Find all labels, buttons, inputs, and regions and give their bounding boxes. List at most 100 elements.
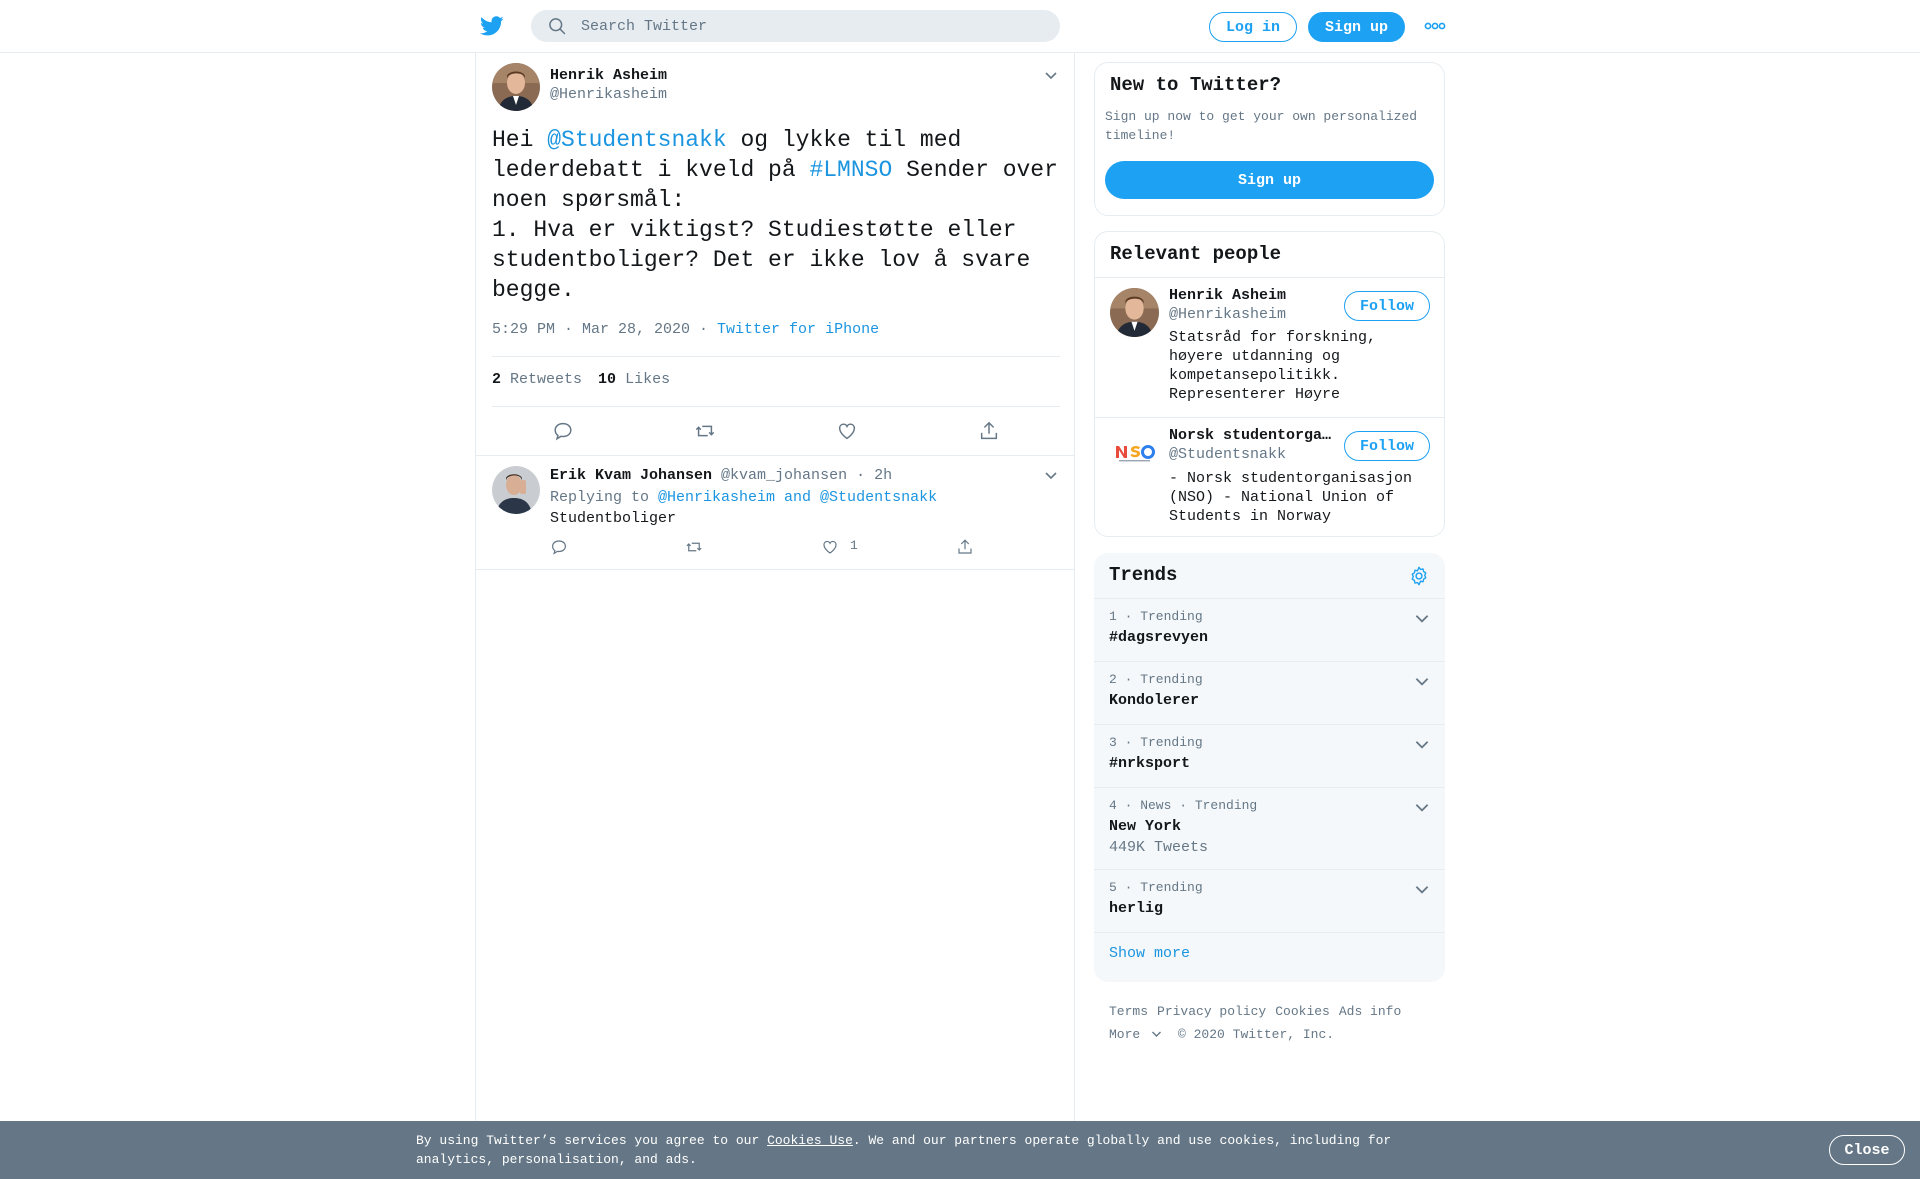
chevron-down-icon[interactable] <box>1413 672 1431 690</box>
sidebar-signup-button[interactable]: Sign up <box>1105 161 1434 199</box>
copyright: © 2020 Twitter, Inc. <box>1178 1027 1335 1042</box>
trend-item[interactable]: 1 · Trending #dagsrevyen <box>1094 598 1445 661</box>
replying-to: Replying to @Henrikasheim and @Studentsn… <box>550 489 937 506</box>
likes-stat[interactable]: 10 Likes <box>598 371 670 388</box>
top-nav: Log in Sign up <box>0 0 1920 53</box>
like-icon[interactable] <box>836 420 858 442</box>
person-bio: Statsråd for forskning, høyere utdanning… <box>1169 329 1377 403</box>
chevron-down-icon[interactable] <box>1043 67 1059 83</box>
trend-item[interactable]: 5 · Trending herlig <box>1094 869 1445 932</box>
tweet-source-link[interactable]: Twitter for iPhone <box>717 321 879 338</box>
retweets-label: Retweets <box>510 371 583 388</box>
retweet-icon[interactable] <box>694 420 716 442</box>
trend-item[interactable]: 4 · News · Trending New York 449K Tweets <box>1094 787 1445 869</box>
retweet-icon[interactable] <box>685 538 703 556</box>
trend-meta: 1 · Trending <box>1109 609 1203 624</box>
reply-time[interactable]: · 2h <box>847 467 892 484</box>
close-button[interactable]: Close <box>1829 1135 1905 1165</box>
reply-like-count: 1 <box>850 538 858 553</box>
trend-item[interactable]: 2 · Trending Kondolerer <box>1094 661 1445 724</box>
cookie-text: By using Twitter’s services you agree to… <box>416 1131 1436 1169</box>
tweet-timestamp: 5:29 PM · Mar 28, 2020 · Twitter for iPh… <box>492 321 879 338</box>
follow-button[interactable]: Follow <box>1344 431 1430 461</box>
divider <box>1095 277 1444 278</box>
trends-card: Trends 1 · Trending #dagsrevyen 2 · Tren… <box>1094 553 1445 982</box>
trend-name: Kondolerer <box>1109 692 1200 709</box>
avatar-henrik-asheim-icon <box>492 63 540 111</box>
new-to-twitter-card: New to Twitter? Sign up now to get your … <box>1094 62 1445 216</box>
trend-meta: 3 · Trending <box>1109 735 1203 750</box>
divider <box>1094 932 1445 933</box>
cookies-use-link[interactable]: Cookies Use <box>767 1133 853 1148</box>
cookie-text-segment: By using Twitter’s services you agree to… <box>416 1133 768 1148</box>
chevron-down-icon[interactable] <box>1413 735 1431 753</box>
chevron-down-icon[interactable] <box>1413 880 1431 898</box>
mention-link[interactable]: @Studentsnakk <box>547 127 726 153</box>
replying-prefix: Replying to <box>550 489 659 506</box>
replying-to-links[interactable]: @Henrikasheim and @Studentsnakk <box>658 489 937 506</box>
trend-name: herlig <box>1109 900 1164 917</box>
relevant-people-card: Relevant people Henrik Asheim @Henrikash… <box>1094 231 1445 537</box>
tweet-author-handle[interactable]: @Henrikasheim <box>550 86 667 103</box>
tweet-author-name[interactable]: Henrik Asheim <box>550 67 667 84</box>
person-name[interactable]: Norsk studentorganisasjon <box>1169 427 1339 444</box>
focused-tweet: Henrik Asheim @Henrikasheim Hei @Student… <box>476 53 1074 456</box>
reply-icon[interactable] <box>552 420 574 442</box>
footer-more-label: More <box>1109 1027 1141 1042</box>
search-bar[interactable] <box>531 10 1060 42</box>
reply-author-name[interactable]: Erik Kvam Johansen <box>550 467 712 484</box>
likes-label: Likes <box>625 371 671 388</box>
search-icon <box>549 18 566 35</box>
divider <box>1095 417 1444 418</box>
share-icon[interactable] <box>978 420 1000 442</box>
avatar[interactable] <box>492 63 540 111</box>
trend-name: New York <box>1109 818 1182 835</box>
sidebar-footer: Terms Privacy policy Cookies Ads info More … <box>1109 1000 1449 1046</box>
chevron-down-icon <box>1152 1031 1162 1037</box>
trend-tweet-count: 449K Tweets <box>1109 839 1209 856</box>
avatar[interactable] <box>1110 428 1159 477</box>
cookie-banner: By using Twitter’s services you agree to… <box>0 1121 1920 1179</box>
footer-more-link[interactable]: More <box>1109 1027 1162 1042</box>
trend-name: #dagsrevyen <box>1109 629 1209 646</box>
twitter-logo-icon[interactable] <box>478 14 506 38</box>
gear-icon[interactable] <box>1408 565 1430 587</box>
trend-item[interactable]: 3 · Trending #nrksport <box>1094 724 1445 787</box>
more-options-icon[interactable] <box>1424 20 1446 32</box>
tweet-time[interactable]: 5:29 PM · Mar 28, 2020 · <box>492 321 717 338</box>
reply-icon[interactable] <box>550 538 568 556</box>
search-input[interactable] <box>581 17 1021 35</box>
likes-count: 10 <box>598 371 617 388</box>
footer-link-ads-info[interactable]: Ads info <box>1339 1004 1401 1019</box>
share-icon[interactable] <box>956 538 974 556</box>
reply-author-handle[interactable]: @kvam_johansen <box>721 467 847 484</box>
chevron-down-icon[interactable] <box>1043 467 1059 483</box>
show-more-link[interactable]: Show more <box>1109 945 1190 962</box>
like-icon[interactable] <box>821 538 839 556</box>
avatar[interactable] <box>492 466 540 514</box>
footer-link-privacy[interactable]: Privacy policy <box>1157 1004 1266 1019</box>
person-name[interactable]: Henrik Asheim <box>1169 287 1339 304</box>
card-title: Relevant people <box>1110 243 1282 265</box>
hashtag-link[interactable]: #LMNSO <box>809 157 892 183</box>
avatar[interactable] <box>1110 288 1159 337</box>
retweets-stat[interactable]: 2 Retweets <box>492 371 582 388</box>
divider <box>492 406 1060 407</box>
signup-button[interactable]: Sign up <box>1308 12 1405 42</box>
person-handle[interactable]: @Henrikasheim <box>1169 306 1286 323</box>
reply-text: Studentboliger <box>550 510 677 527</box>
login-button[interactable]: Log in <box>1209 12 1297 42</box>
nso-logo-icon <box>1110 428 1159 477</box>
chevron-down-icon[interactable] <box>1413 609 1431 627</box>
card-title: Trends <box>1109 564 1178 586</box>
footer-link-terms[interactable]: Terms <box>1109 1004 1148 1019</box>
follow-button[interactable]: Follow <box>1344 291 1430 321</box>
person-handle[interactable]: @Studentsnakk <box>1169 446 1286 463</box>
footer-link-cookies[interactable]: Cookies <box>1275 1004 1330 1019</box>
reply-tweet[interactable]: Erik Kvam Johansen @kvam_johansen · 2h R… <box>476 456 1074 570</box>
chevron-down-icon[interactable] <box>1413 798 1431 816</box>
card-description: Sign up now to get your own personalized… <box>1105 109 1418 143</box>
trend-name: #nrksport <box>1109 755 1191 772</box>
tweet-stats: 2 Retweets 10 Likes <box>492 371 670 388</box>
divider <box>492 356 1060 357</box>
